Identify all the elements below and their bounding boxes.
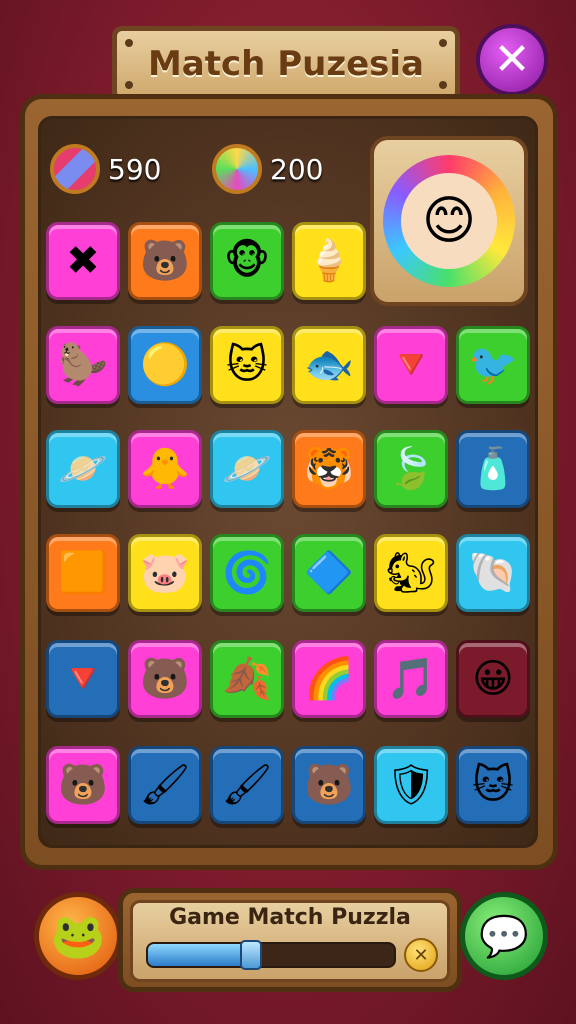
tile-gray-shield[interactable]: 🛡 — [374, 746, 448, 824]
orange-squirrel-icon: 🐿 — [385, 550, 437, 596]
yellow-chick-icon: 🐥 — [140, 446, 190, 492]
tile-yellow-bear[interactable]: 🐻 — [46, 746, 120, 824]
tile-pink-bear[interactable]: 🐻 — [128, 222, 202, 300]
brown-leaf-icon: 🍂 — [222, 656, 272, 702]
rainbow-cone-icon: 🔻 — [386, 342, 436, 388]
pink-bear-icon: 🐻 — [140, 238, 190, 284]
green-bear-icon: 🐸 — [50, 911, 106, 962]
rainbow-leaf-icon: 🍃 — [386, 446, 436, 492]
tiger-face-icon: 🐯 — [304, 446, 354, 492]
player-avatar-button[interactable]: 🐸 — [34, 892, 122, 980]
tile-orange-planet[interactable]: 🪐 — [210, 430, 284, 508]
nail-icon — [125, 81, 133, 89]
rainbow-ring-icon: 😊 — [383, 155, 515, 287]
tile-white-bear[interactable]: 🐻 — [128, 640, 202, 718]
tile-pink-pig[interactable]: 🐷 — [128, 534, 202, 612]
tile-blue-fish[interactable]: 🐟 — [292, 326, 366, 404]
gray-shield-icon: 🛡 — [385, 762, 437, 808]
tile-brown-leaf[interactable]: 🍂 — [210, 640, 284, 718]
white-bear-icon: 🐻 — [140, 656, 190, 702]
progress-fill — [148, 944, 252, 966]
brown-beaver-icon: 🦫 — [58, 342, 108, 388]
orange-cat-icon: 🐱 — [472, 762, 514, 808]
tile-orange-cat[interactable]: 🐱 — [456, 746, 530, 824]
yellow-blob-icon: 🟡 — [140, 342, 190, 388]
blue-fish-icon: 🐟 — [304, 342, 354, 388]
tile-yellow-critter[interactable]: 😀 — [456, 640, 530, 718]
brown-brush-icon: 🖌 — [221, 762, 273, 808]
crossed-sticks-icon: ✖ — [66, 238, 100, 284]
tile-yellow-chick[interactable]: 🐥 — [128, 430, 202, 508]
tile-yellow-blob[interactable]: 🟡 — [128, 326, 202, 404]
tile-brown-monkey[interactable]: 🐵 — [210, 222, 284, 300]
blue-cone-icon: 🍦 — [304, 238, 354, 284]
tile-blue-swirl[interactable]: 🌀 — [210, 534, 284, 612]
striped-ball-icon — [50, 144, 100, 194]
bottom-title: Game Match Puzzla — [169, 905, 411, 930]
paint-brush-icon: 🖌 — [139, 762, 191, 808]
coins-counter: 590 — [50, 144, 161, 194]
nail-icon — [439, 81, 447, 89]
tile-music-note[interactable]: 🎵 — [374, 640, 448, 718]
coin-icon[interactable]: ✕ — [404, 938, 438, 972]
tile-blue-top[interactable]: 🔷 — [292, 534, 366, 612]
rainbow-cone-icon: 🔻 — [58, 656, 108, 702]
nail-icon — [125, 39, 133, 47]
tile-rainbow-cone[interactable]: 🔻 — [374, 326, 448, 404]
rainbow-orb-icon — [212, 144, 262, 194]
orange-block-icon: 🟧 — [58, 550, 108, 596]
blue-swirl-icon: 🌀 — [222, 550, 272, 596]
rainbow-swirl-icon: 🌈 — [304, 656, 354, 702]
close-icon: ✕ — [493, 34, 531, 85]
tile-rainbow-bottle[interactable]: 🧴 — [456, 430, 530, 508]
game-title: Match Puzesia — [147, 44, 425, 84]
purple-planet-icon: 🪐 — [58, 446, 108, 492]
tile-blue-cone[interactable]: 🍦 — [292, 222, 366, 300]
tile-purple-bird[interactable]: 🐦 — [456, 326, 530, 404]
tile-orange-squirrel[interactable]: 🐿 — [374, 534, 448, 612]
music-note-icon: 🎵 — [386, 656, 436, 702]
yellow-bear-icon: 🐻 — [304, 762, 354, 808]
smiling-face-icon: 😊 — [401, 173, 497, 269]
yellow-bear-icon: 🐻 — [58, 762, 108, 808]
pink-pig-icon: 🐷 — [140, 550, 190, 596]
orange-planet-icon: 🪐 — [222, 446, 272, 492]
tile-spiral-shell[interactable]: 🐚 — [456, 534, 530, 612]
tile-rainbow-swirl[interactable]: 🌈 — [292, 640, 366, 718]
tile-brown-beaver[interactable]: 🦫 — [46, 326, 120, 404]
blue-top-icon: 🔷 — [304, 550, 354, 596]
progress-knob[interactable] — [240, 940, 263, 970]
tile-pink-cat[interactable]: 🐱 — [210, 326, 284, 404]
speech-bubble-icon: 💬 — [479, 913, 529, 960]
tile-yellow-bear[interactable]: 🐻 — [292, 746, 366, 824]
yellow-critter-icon: 😀 — [472, 656, 514, 702]
gems-counter: 200 — [212, 144, 323, 194]
tile-rainbow-cone[interactable]: 🔻 — [46, 640, 120, 718]
spiral-shell-icon: 🐚 — [468, 550, 518, 596]
tile-rainbow-leaf[interactable]: 🍃 — [374, 430, 448, 508]
tile-paint-brush[interactable]: 🖌 — [128, 746, 202, 824]
tile-tiger-face[interactable]: 🐯 — [292, 430, 366, 508]
close-button[interactable]: ✕ — [476, 24, 548, 96]
progress-bar[interactable] — [146, 940, 396, 970]
tile-brown-brush[interactable]: 🖌 — [210, 746, 284, 824]
tile-orange-block[interactable]: 🟧 — [46, 534, 120, 612]
nail-icon — [439, 39, 447, 47]
rainbow-bottle-icon: 🧴 — [468, 446, 518, 492]
tile-crossed-sticks[interactable]: ✖ — [46, 222, 120, 300]
purple-bird-icon: 🐦 — [468, 342, 518, 388]
title-plank: Match Puzesia — [112, 26, 460, 102]
coins-value: 590 — [108, 152, 162, 186]
pink-cat-icon: 🐱 — [226, 342, 268, 388]
character-portrait[interactable]: 😊 — [370, 136, 528, 306]
chat-button[interactable]: 💬 — [460, 892, 548, 980]
brown-monkey-icon: 🐵 — [223, 238, 271, 284]
tile-purple-planet[interactable]: 🪐 — [46, 430, 120, 508]
gems-value: 200 — [270, 152, 324, 186]
